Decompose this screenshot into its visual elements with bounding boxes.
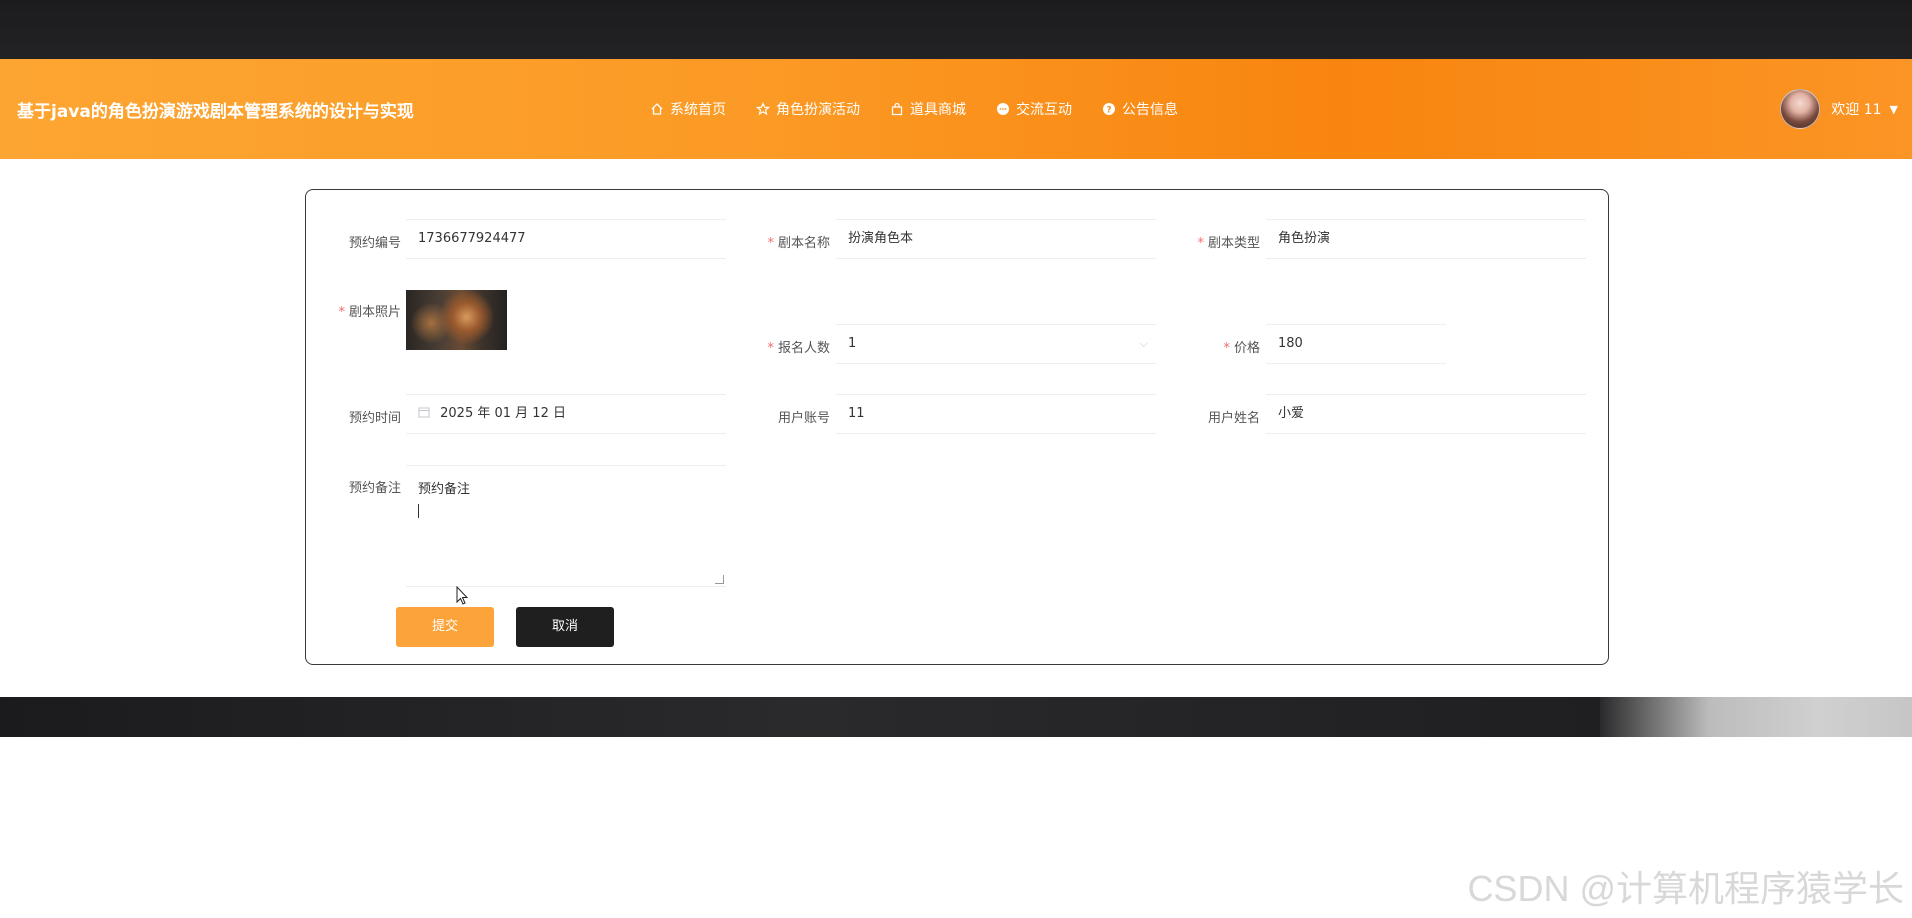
nav-notice-label: 公告信息 [1122,102,1178,118]
main-nav: 系统首页 角色扮演活动 道具商城 交流互动 ? 公告信息 [650,99,1208,119]
user-menu[interactable]: 欢迎 11 ▼ [1780,89,1898,129]
bag-icon [891,102,903,116]
chat-icon [997,103,1009,115]
user-account-label: 用户账号 [777,411,830,426]
nav-forum-label: 交流互动 [1016,102,1072,118]
booking-note-value: 预约备注 [418,482,471,497]
booking-time-picker[interactable]: 2025 年 01 月 12 日 [406,394,726,434]
booking-note-textarea[interactable]: 预约备注 [406,465,726,587]
nav-activities[interactable]: 角色扮演活动 [756,99,860,119]
user-account-input[interactable]: 11 [836,394,1156,434]
cancel-button[interactable]: 取消 [516,607,614,647]
price-input[interactable]: 180 [1266,324,1446,364]
booking-time-label: 预约时间 [348,411,401,426]
script-type-label: 剧本类型 [1180,232,1260,251]
booking-form: 预约编号 1736677924477 剧本名称 扮演角色本 剧本类型 角色扮演 … [305,189,1609,665]
nav-home-label: 系统首页 [670,102,726,118]
booking-no-input[interactable]: 1736677924477 [406,219,726,259]
nav-forum[interactable]: 交流互动 [996,99,1072,119]
nav-notice[interactable]: ? 公告信息 [1102,99,1178,119]
booking-note-label: 预约备注 [348,481,401,496]
booking-no-label: 预约编号 [348,236,401,251]
script-photo-label: 剧本照片 [321,301,401,320]
calendar-icon [418,407,430,418]
script-name-input[interactable]: 扮演角色本 [836,219,1156,259]
booking-time-value: 2025 年 01 月 12 日 [440,406,566,421]
home-icon [651,103,663,115]
question-icon: ? [1103,103,1115,116]
site-title: 基于java的角色扮演游戏剧本管理系统的设计与实现 [17,102,414,122]
script-type-input[interactable]: 角色扮演 [1266,219,1586,259]
caret-down-icon: ▼ [1889,102,1898,116]
avatar-icon [1780,89,1821,129]
mouse-pointer-icon [456,586,469,605]
user-greeting: 欢迎 11 [1831,102,1882,118]
participants-select[interactable]: 1 ⌵ [836,324,1156,364]
star-icon [756,102,770,116]
user-name-label: 用户姓名 [1207,411,1260,426]
user-name-input[interactable]: 小爱 [1266,394,1586,434]
browser-top-bar [0,0,1912,59]
text-cursor [418,504,419,518]
script-photo-image[interactable] [406,290,507,350]
nav-shop[interactable]: 道具商城 [890,99,966,119]
nav-shop-label: 道具商城 [910,102,966,118]
script-name-label: 剧本名称 [750,232,830,251]
footer-blur-area [1600,697,1912,737]
watermark-text: CSDN @计算机程序猿学长 [1467,868,1904,909]
chevron-down-icon: ⌵ [1139,337,1148,350]
site-header: 基于java的角色扮演游戏剧本管理系统的设计与实现 系统首页 角色扮演活动 道具… [0,59,1912,159]
resize-handle-icon[interactable] [715,575,724,584]
site-footer [0,697,1600,737]
participants-value: 1 [848,336,857,351]
submit-button[interactable]: 提交 [396,607,494,647]
svg-text:?: ? [1106,106,1111,116]
nav-activities-label: 角色扮演活动 [776,102,860,118]
nav-home[interactable]: 系统首页 [650,99,726,119]
participants-label: 报名人数 [750,337,830,356]
price-label: 价格 [1180,337,1260,356]
